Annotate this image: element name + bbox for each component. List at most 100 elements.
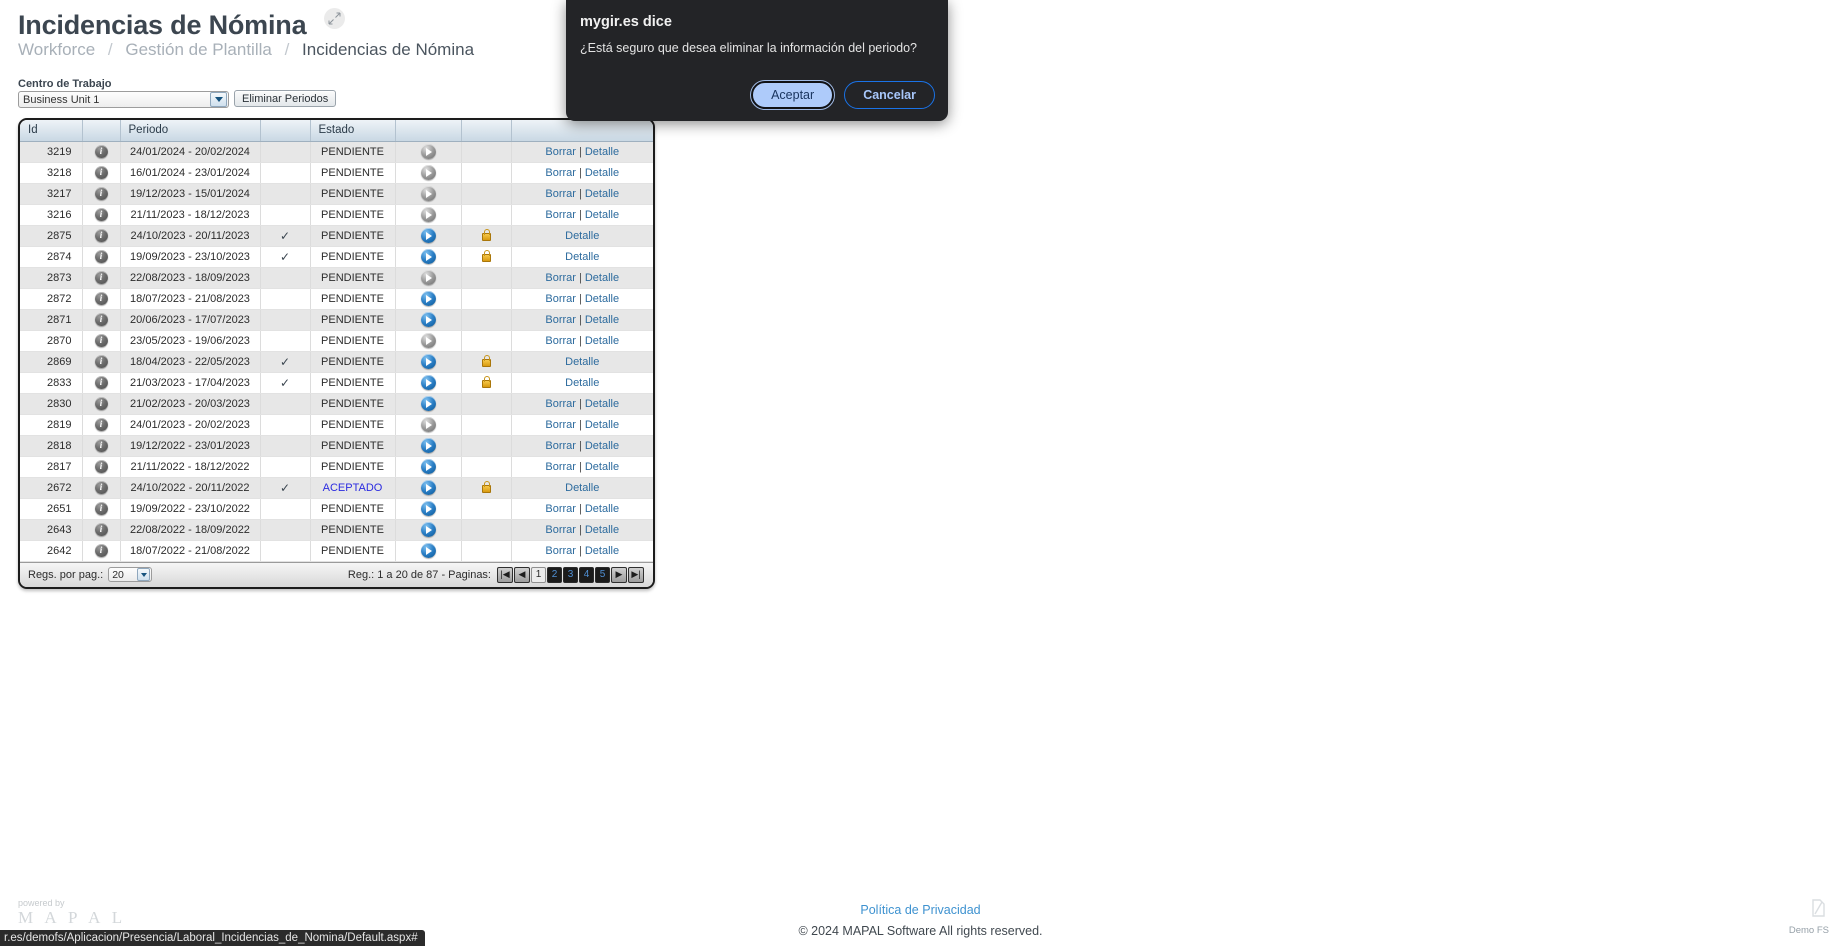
info-icon[interactable] xyxy=(94,270,108,284)
info-icon[interactable] xyxy=(94,375,108,389)
detalle-link[interactable]: Detalle xyxy=(585,524,619,536)
privacy-policy-link[interactable]: Política de Privacidad xyxy=(860,903,980,917)
centro-de-trabajo-select[interactable]: Business Unit 1 xyxy=(18,91,229,108)
detalle-link[interactable]: Detalle xyxy=(585,314,619,326)
arrow-right-icon[interactable] xyxy=(420,333,436,348)
detalle-link[interactable]: Detalle xyxy=(565,230,599,242)
arrow-right-icon[interactable] xyxy=(420,375,436,390)
arrow-right-icon[interactable] xyxy=(420,249,436,264)
column-header-estado[interactable]: Estado xyxy=(310,120,396,142)
arrow-right-icon[interactable] xyxy=(420,396,436,411)
arrow-right-icon[interactable] xyxy=(420,459,436,474)
chevron-down-icon[interactable] xyxy=(210,92,227,107)
arrow-right-icon[interactable] xyxy=(420,543,436,558)
info-icon[interactable] xyxy=(94,354,108,368)
lock-icon[interactable] xyxy=(481,249,491,262)
column-header-id[interactable]: Id xyxy=(20,120,83,142)
records-per-page-select[interactable]: 20 xyxy=(108,567,153,582)
detalle-link[interactable]: Detalle xyxy=(565,356,599,368)
arrow-right-icon[interactable] xyxy=(420,438,436,453)
info-icon[interactable] xyxy=(94,144,108,158)
detalle-link[interactable]: Detalle xyxy=(565,377,599,389)
borrar-link[interactable]: Borrar xyxy=(545,314,576,326)
borrar-link[interactable]: Borrar xyxy=(545,209,576,221)
borrar-link[interactable]: Borrar xyxy=(545,293,576,305)
arrow-right-icon[interactable] xyxy=(420,228,436,243)
arrow-right-icon[interactable] xyxy=(420,417,436,432)
detalle-link[interactable]: Detalle xyxy=(585,503,619,515)
estado-link[interactable]: ACEPTADO xyxy=(323,482,383,494)
info-icon[interactable] xyxy=(94,249,108,263)
detalle-link[interactable]: Detalle xyxy=(585,209,619,221)
arrow-right-icon[interactable] xyxy=(420,270,436,285)
info-icon[interactable] xyxy=(94,207,108,221)
info-icon[interactable] xyxy=(94,333,108,347)
lock-icon[interactable] xyxy=(481,375,491,388)
detalle-link[interactable]: Detalle xyxy=(565,251,599,263)
detalle-link[interactable]: Detalle xyxy=(585,146,619,158)
borrar-link[interactable]: Borrar xyxy=(545,272,576,284)
expand-arrows-icon[interactable] xyxy=(323,8,345,29)
page-number-4[interactable]: 4 xyxy=(579,566,594,583)
eliminar-periodos-button[interactable]: Eliminar Periodos xyxy=(234,90,337,107)
info-icon[interactable] xyxy=(94,396,108,410)
borrar-link[interactable]: Borrar xyxy=(545,524,576,536)
detalle-link[interactable]: Detalle xyxy=(585,335,619,347)
detalle-link[interactable]: Detalle xyxy=(585,398,619,410)
last-page-icon[interactable]: ▶| xyxy=(628,566,644,583)
info-icon[interactable] xyxy=(94,165,108,179)
next-page-icon[interactable]: ▶ xyxy=(611,566,627,583)
arrow-right-icon[interactable] xyxy=(420,522,436,537)
detalle-link[interactable]: Detalle xyxy=(585,419,619,431)
borrar-link[interactable]: Borrar xyxy=(545,335,576,347)
info-icon[interactable] xyxy=(94,480,108,494)
detalle-link[interactable]: Detalle xyxy=(585,293,619,305)
arrow-right-icon[interactable] xyxy=(420,501,436,516)
page-number-2[interactable]: 2 xyxy=(547,566,562,583)
borrar-link[interactable]: Borrar xyxy=(545,188,576,200)
breadcrumb-item-workforce[interactable]: Workforce xyxy=(18,40,95,59)
accept-button[interactable]: Aceptar xyxy=(750,80,836,110)
borrar-link[interactable]: Borrar xyxy=(545,398,576,410)
lock-icon[interactable] xyxy=(481,354,491,367)
lock-icon[interactable] xyxy=(481,228,491,241)
info-icon[interactable] xyxy=(94,291,108,305)
cancel-button[interactable]: Cancelar xyxy=(844,81,935,109)
info-icon[interactable] xyxy=(94,459,108,473)
borrar-link[interactable]: Borrar xyxy=(545,503,576,515)
detalle-link[interactable]: Detalle xyxy=(585,167,619,179)
arrow-right-icon[interactable] xyxy=(420,165,436,180)
arrow-right-icon[interactable] xyxy=(420,186,436,201)
arrow-right-icon[interactable] xyxy=(420,312,436,327)
page-number-3[interactable]: 3 xyxy=(563,566,578,583)
borrar-link[interactable]: Borrar xyxy=(545,167,576,179)
info-icon[interactable] xyxy=(94,438,108,452)
detalle-link[interactable]: Detalle xyxy=(585,188,619,200)
detalle-link[interactable]: Detalle xyxy=(585,440,619,452)
borrar-link[interactable]: Borrar xyxy=(545,440,576,452)
first-page-icon[interactable]: |◀ xyxy=(497,566,513,583)
chevron-down-icon[interactable] xyxy=(137,568,151,581)
borrar-link[interactable]: Borrar xyxy=(545,419,576,431)
arrow-right-icon[interactable] xyxy=(420,354,436,369)
info-icon[interactable] xyxy=(94,501,108,515)
column-header-periodo[interactable]: Periodo xyxy=(120,120,261,142)
info-icon[interactable] xyxy=(94,312,108,326)
arrow-right-icon[interactable] xyxy=(420,144,436,159)
info-icon[interactable] xyxy=(94,186,108,200)
detalle-link[interactable]: Detalle xyxy=(585,545,619,557)
arrow-right-icon[interactable] xyxy=(420,207,436,222)
lock-icon[interactable] xyxy=(481,480,491,493)
detalle-link[interactable]: Detalle xyxy=(585,461,619,473)
arrow-right-icon[interactable] xyxy=(420,480,436,495)
breadcrumb-item-gestion-plantilla[interactable]: Gestión de Plantilla xyxy=(125,40,271,59)
previous-page-icon[interactable]: ◀ xyxy=(514,566,530,583)
borrar-link[interactable]: Borrar xyxy=(545,461,576,473)
page-number-5[interactable]: 5 xyxy=(595,566,610,583)
info-icon[interactable] xyxy=(94,417,108,431)
borrar-link[interactable]: Borrar xyxy=(545,146,576,158)
arrow-right-icon[interactable] xyxy=(420,291,436,306)
info-icon[interactable] xyxy=(94,228,108,242)
info-icon[interactable] xyxy=(94,543,108,557)
info-icon[interactable] xyxy=(94,522,108,536)
